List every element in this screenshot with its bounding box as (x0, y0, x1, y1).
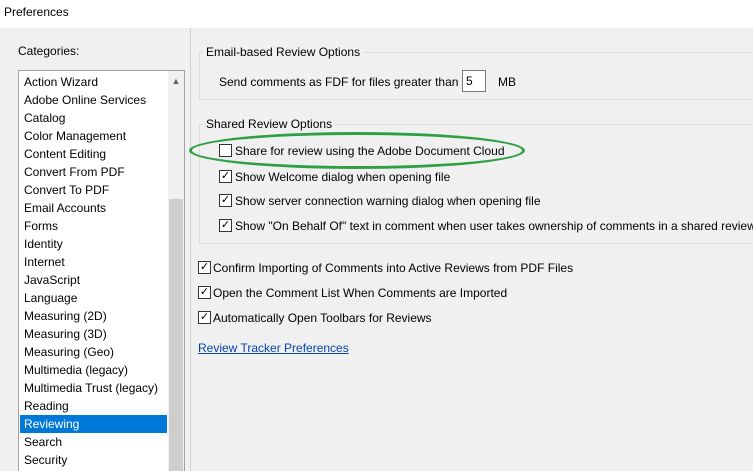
category-multimedia-trust[interactable]: Multimedia Trust (legacy) (20, 379, 167, 397)
category-language[interactable]: Language (20, 289, 167, 307)
confirm-importing-checkbox[interactable]: ✓ (198, 261, 211, 274)
category-content-editing[interactable]: Content Editing (20, 145, 167, 163)
category-action-wizard[interactable]: Action Wizard (20, 73, 167, 91)
category-javascript[interactable]: JavaScript (20, 271, 167, 289)
categories-list[interactable]: Action Wizard Adobe Online Services Cata… (18, 70, 185, 471)
on-behalf-of-label[interactable]: Show "On Behalf Of" text in comment when… (235, 219, 753, 233)
window-title: Preferences (4, 5, 69, 19)
category-email-accounts[interactable]: Email Accounts (20, 199, 167, 217)
scroll-up-arrow-icon[interactable]: ▲ (168, 73, 184, 89)
panel-divider (190, 28, 191, 471)
fdf-size-unit: MB (498, 75, 516, 89)
shared-review-title: Shared Review Options (203, 117, 336, 131)
category-identity[interactable]: Identity (20, 235, 167, 253)
server-warning-checkbox[interactable]: ✓ (219, 194, 232, 207)
category-forms[interactable]: Forms (20, 217, 167, 235)
on-behalf-of-checkbox[interactable]: ✓ (219, 219, 232, 232)
category-catalog[interactable]: Catalog (20, 109, 167, 127)
category-search[interactable]: Search (20, 433, 167, 451)
email-review-title: Email-based Review Options (203, 45, 364, 59)
highlight-ellipse (189, 132, 525, 169)
open-toolbars-checkbox[interactable]: ✓ (198, 311, 211, 324)
categories-scrollbar[interactable]: ▲ (168, 71, 184, 471)
category-measuring-3d[interactable]: Measuring (3D) (20, 325, 167, 343)
category-reading[interactable]: Reading (20, 397, 167, 415)
open-comment-list-label[interactable]: Open the Comment List When Comments are … (213, 286, 507, 300)
confirm-importing-label[interactable]: Confirm Importing of Comments into Activ… (213, 261, 573, 275)
category-measuring-geo[interactable]: Measuring (Geo) (20, 343, 167, 361)
category-multimedia-legacy[interactable]: Multimedia (legacy) (20, 361, 167, 379)
fdf-size-input[interactable]: 5 (462, 70, 486, 92)
title-bar: Preferences (0, 0, 753, 28)
show-welcome-checkbox[interactable]: ✓ (219, 170, 232, 183)
show-welcome-label[interactable]: Show Welcome dialog when opening file (235, 170, 450, 184)
category-measuring-2d[interactable]: Measuring (2D) (20, 307, 167, 325)
categories-label: Categories: (18, 44, 80, 58)
server-warning-label[interactable]: Show server connection warning dialog wh… (235, 194, 541, 208)
category-adobe-online-services[interactable]: Adobe Online Services (20, 91, 167, 109)
review-tracker-link[interactable]: Review Tracker Preferences (198, 341, 349, 355)
scroll-thumb[interactable] (169, 199, 183, 471)
send-fdf-label: Send comments as FDF for files greater t… (219, 75, 459, 89)
open-toolbars-label[interactable]: Automatically Open Toolbars for Reviews (213, 311, 432, 325)
category-internet[interactable]: Internet (20, 253, 167, 271)
category-security[interactable]: Security (20, 451, 167, 469)
category-convert-to-pdf[interactable]: Convert To PDF (20, 181, 167, 199)
category-color-management[interactable]: Color Management (20, 127, 167, 145)
category-convert-from-pdf[interactable]: Convert From PDF (20, 163, 167, 181)
category-reviewing[interactable]: Reviewing (20, 415, 167, 433)
open-comment-list-checkbox[interactable]: ✓ (198, 286, 211, 299)
